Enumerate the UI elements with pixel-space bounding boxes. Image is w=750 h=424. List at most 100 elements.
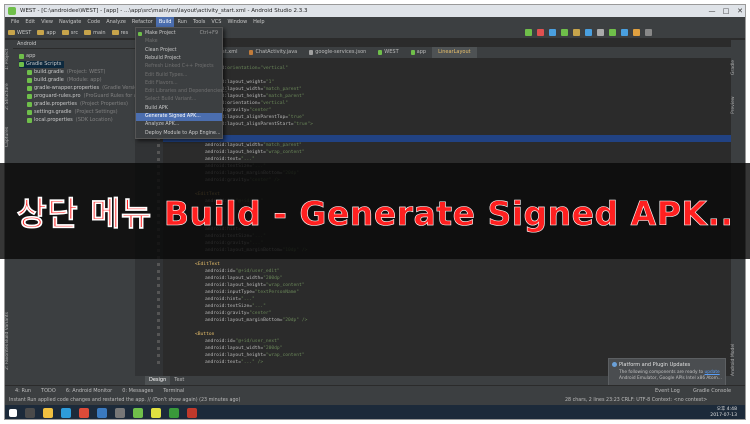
windows-start-icon[interactable] — [9, 409, 17, 417]
toolbar-action-icon[interactable] — [609, 29, 616, 36]
editor-tab[interactable]: google-services.json — [303, 47, 372, 58]
build-menu-item[interactable]: Generate Signed APK... — [136, 113, 222, 121]
xml-attribute: android:textSize= — [205, 304, 253, 309]
code-line: android:layout_width="200dp" — [205, 345, 282, 352]
tree-folder[interactable]: app — [19, 53, 38, 60]
editor-tab[interactable]: WEST — [372, 47, 404, 58]
app-icon-1[interactable] — [115, 408, 125, 418]
menu-file[interactable]: File — [8, 17, 22, 27]
bottom-tab[interactable]: Terminal — [163, 388, 184, 394]
file-explorer-icon[interactable] — [43, 408, 53, 418]
bottom-tab[interactable]: 0: Messages — [122, 388, 153, 394]
breadcrumb-item[interactable]: src — [61, 30, 78, 36]
tree-item-label: app — [26, 53, 36, 59]
tool-window-tab[interactable]: 2: Favorites — [5, 340, 13, 374]
store-icon[interactable] — [97, 408, 107, 418]
tool-window-tab[interactable]: 2: Structure — [5, 80, 13, 114]
maximize-button[interactable]: □ — [719, 6, 733, 16]
editor-tab[interactable]: ChatActivity.java — [243, 47, 303, 58]
build-menu-item[interactable]: Deploy Module to App Engine... — [136, 130, 222, 138]
menu-analyze[interactable]: Analyze — [103, 17, 129, 27]
tool-window-tab[interactable]: 1: Project — [5, 42, 13, 76]
tree-folder[interactable]: Gradle Scripts — [19, 61, 65, 68]
bottom-tab-right[interactable]: Event Log — [655, 388, 680, 394]
tab-design[interactable]: Design — [145, 376, 171, 385]
gutter-marker — [157, 354, 160, 357]
toolbar-action-icon[interactable] — [633, 29, 640, 36]
breadcrumb-item[interactable]: main — [84, 30, 106, 36]
tool-window-tab[interactable]: Gradle — [731, 48, 745, 88]
bottom-tab[interactable]: 4: Run — [15, 388, 31, 394]
build-menu-item[interactable]: Analyze APK... — [136, 121, 222, 129]
build-menu-item[interactable]: Build APK — [136, 105, 222, 113]
menu-build[interactable]: Build — [155, 17, 175, 27]
xml-attribute: android:text= — [205, 157, 241, 162]
toolbar-action-icon[interactable] — [645, 29, 652, 36]
tree-file[interactable]: gradle.properties (Project Properties) — [27, 101, 128, 108]
menu-tools[interactable]: Tools — [190, 17, 208, 27]
tree-file[interactable]: build.gradle (Project: WEST) — [27, 69, 105, 76]
bottom-tab[interactable]: 6: Android Monitor — [66, 388, 112, 394]
toolbar-action-icon[interactable] — [585, 29, 592, 36]
toolbar-action-icon[interactable] — [549, 29, 556, 36]
taskbar-clock[interactable]: 오후 4:48 2017-07-13 — [710, 407, 737, 419]
app-icon-3[interactable] — [187, 408, 197, 418]
menu-refactor[interactable]: Refactor — [129, 17, 156, 27]
menu-edit[interactable]: Edit — [22, 17, 38, 27]
gutter-marker — [157, 151, 160, 154]
tree-item-label: build.gradle — [34, 69, 64, 75]
toolbar-action-icon[interactable] — [621, 29, 628, 36]
editor-breadcrumb-linearlayout[interactable]: LinearLayout — [432, 47, 477, 58]
app-icon-2[interactable] — [169, 408, 179, 418]
menu-window[interactable]: Window — [224, 17, 250, 27]
breadcrumb-item[interactable]: WEST — [8, 30, 31, 36]
build-menu-item[interactable]: Make Project Ctrl+F9 — [136, 30, 222, 38]
build-menu-item[interactable]: Rebuild Project — [136, 55, 222, 63]
menu-code[interactable]: Code — [84, 17, 103, 27]
menu-navigate[interactable]: Navigate — [56, 17, 84, 27]
tool-window-tab[interactable]: Preview — [731, 85, 745, 125]
android-studio-taskbar-icon[interactable] — [133, 408, 143, 418]
tree-file[interactable]: local.properties (SDK Location) — [27, 117, 113, 124]
kakaotalk-icon[interactable] — [151, 408, 161, 418]
breadcrumb-item[interactable]: res — [111, 30, 128, 36]
update-link[interactable]: update — [705, 370, 720, 375]
editor-tab[interactable]: app — [405, 47, 432, 58]
minimize-button[interactable]: — — [705, 6, 719, 16]
tree-file[interactable]: gradle-wrapper.properties (Gradle Version… — [27, 85, 143, 92]
xml-attribute: android:layout_height= — [205, 353, 266, 358]
search-icon[interactable] — [25, 408, 35, 418]
menu-vcs[interactable]: VCS — [208, 17, 224, 27]
breadcrumb-item[interactable]: app — [37, 30, 56, 36]
build-menu-item: Select Build Variant... — [136, 96, 222, 104]
tool-window-tab[interactable]: Captures — [5, 120, 13, 154]
bottom-tab-right[interactable]: Gradle Console — [693, 388, 731, 394]
tree-file[interactable]: proguard-rules.pro (ProGuard Rules for ap… — [27, 93, 145, 100]
file-icon — [378, 50, 383, 55]
chrome-icon[interactable] — [79, 408, 89, 418]
build-menu-label: Edit Flavors... — [145, 80, 178, 86]
edge-icon[interactable] — [61, 408, 71, 418]
tree-file[interactable]: build.gradle (Module: app) — [27, 77, 102, 84]
tree-file[interactable]: settings.gradle (Project Settings) — [27, 109, 118, 116]
menu-view[interactable]: View — [38, 17, 56, 27]
toolbar-action-icon[interactable] — [525, 29, 532, 36]
build-menu-item[interactable]: Clean Project — [136, 47, 222, 55]
menu-help[interactable]: Help — [250, 17, 267, 27]
tool-window-tab[interactable]: Build Variants — [5, 310, 13, 344]
update-notification[interactable]: Platform and Plugin Updates The followin… — [608, 358, 726, 386]
tab-text[interactable]: Text — [170, 376, 188, 385]
project-view-selector[interactable]: Android — [13, 40, 135, 49]
tool-window-tab[interactable]: Android Model — [731, 340, 745, 380]
toolbar-action-icon[interactable] — [597, 29, 604, 36]
code-line: android:gravity="center" — [205, 310, 271, 317]
toolbar-action-icon[interactable] — [573, 29, 580, 36]
xml-value: "true"> — [293, 122, 313, 127]
close-button[interactable]: ✕ — [733, 6, 745, 16]
toolbar-action-icon[interactable] — [537, 29, 544, 36]
toolbar-action-icon[interactable] — [561, 29, 568, 36]
bottom-tab[interactable]: TODO — [41, 388, 56, 394]
menu-run[interactable]: Run — [174, 17, 190, 27]
xml-value: "wrap_content" — [265, 353, 305, 358]
xml-attribute: android:id= — [205, 339, 236, 344]
